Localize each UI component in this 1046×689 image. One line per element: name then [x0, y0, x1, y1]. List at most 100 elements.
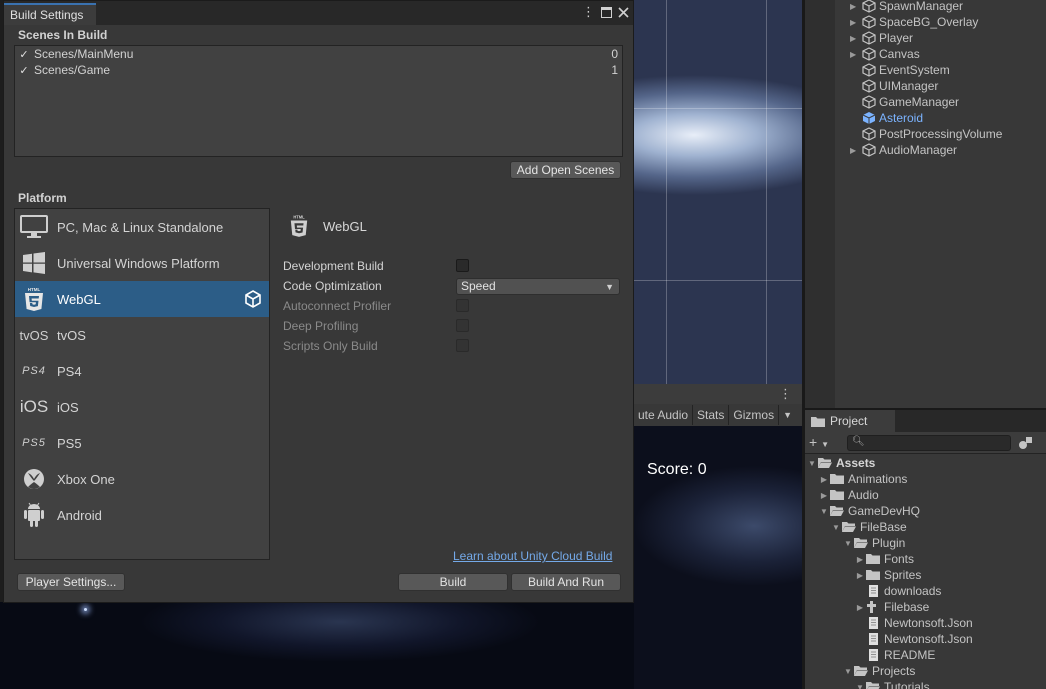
mute-audio-toggle[interactable]: ute Audio	[634, 405, 694, 425]
hierarchy-item[interactable]: Asteroid	[850, 110, 923, 126]
checkmark-icon[interactable]: ✓	[17, 64, 31, 77]
platform-item-standalone[interactable]: PC, Mac & Linux Standalone	[15, 209, 269, 245]
build-settings-window: Build Settings ⋮ Scenes In Build ✓ Scene…	[3, 0, 634, 603]
gameobject-cube-icon	[862, 127, 876, 141]
project-tree-item[interactable]: ▶ Sprites	[854, 567, 921, 583]
tab-project[interactable]: Project	[805, 410, 895, 432]
hierarchy-item[interactable]: ▶ AudioManager	[850, 142, 957, 158]
project-tree-item[interactable]: ▶ Animations	[818, 471, 907, 487]
hierarchy-item-label: SpawnManager	[879, 0, 964, 13]
unity-logo-icon	[245, 290, 261, 308]
deep-profiling-checkbox	[456, 319, 469, 332]
platform-item-webgl[interactable]: HTML WebGL	[15, 281, 269, 317]
project-tree-item[interactable]: ▼ Plugin	[842, 535, 905, 551]
project-tree-item[interactable]: ▼ Assets	[806, 455, 875, 471]
game-background	[0, 602, 634, 689]
project-tree-item[interactable]: Newtonsoft.Json	[854, 631, 973, 647]
platform-item-xbox-one[interactable]: Xbox One	[15, 461, 269, 497]
checkmark-icon[interactable]: ✓	[17, 48, 31, 61]
project-tree-item-label: GameDevHQ	[848, 504, 921, 518]
chevron-right-icon[interactable]: ▶	[854, 555, 866, 564]
chevron-right-icon[interactable]: ▶	[854, 603, 866, 612]
windows-icon	[20, 250, 48, 276]
gizmos-toggle[interactable]: Gizmos	[729, 405, 780, 425]
hierarchy-item[interactable]: ▶ SpawnManager	[850, 0, 963, 14]
scripts-only-build-label: Scripts Only Build	[283, 339, 378, 353]
platform-item-ios[interactable]: iOS iOS	[15, 389, 269, 425]
project-tree-item[interactable]: README	[854, 647, 935, 663]
gameobject-cube-icon	[862, 63, 876, 77]
stats-toggle[interactable]: Stats	[693, 405, 730, 425]
folder-open-icon	[854, 666, 868, 676]
add-open-scenes-button[interactable]: Add Open Scenes	[510, 161, 621, 179]
project-search-input[interactable]: 🔍︎	[847, 435, 1011, 451]
chevron-down-icon[interactable]: ▼	[830, 523, 842, 532]
platform-item-label: Universal Windows Platform	[57, 255, 220, 271]
hierarchy-item[interactable]: GameManager	[850, 94, 959, 110]
platform-item-android[interactable]: Android	[15, 497, 269, 533]
maximize-icon[interactable]	[601, 6, 612, 18]
project-tree-item[interactable]: ▶ Audio	[818, 487, 879, 503]
project-tree-item[interactable]: ▶ Filebase	[854, 599, 929, 615]
chevron-right-icon[interactable]: ▶	[854, 571, 866, 580]
build-and-run-button[interactable]: Build And Run	[511, 573, 621, 591]
chevron-down-icon[interactable]: ▼	[806, 459, 818, 468]
kebab-menu-icon[interactable]: ⋮	[582, 4, 595, 20]
hierarchy-item[interactable]: ▶ SpaceBG_Overlay	[850, 14, 978, 30]
chevron-right-icon[interactable]: ▶	[818, 491, 830, 500]
game-view[interactable]: Score: 0	[634, 426, 802, 689]
expand-arrow-icon[interactable]: ▶	[850, 50, 862, 59]
folder-icon	[830, 474, 844, 484]
code-optimization-dropdown[interactable]: Speed ▼	[456, 278, 620, 295]
chevron-down-icon[interactable]: ▼	[818, 507, 830, 516]
project-tree-item-label: Sprites	[884, 568, 922, 582]
chevron-right-icon[interactable]: ▶	[818, 475, 830, 484]
hierarchy-item[interactable]: EventSystem	[850, 62, 950, 78]
unity-cloud-build-link[interactable]: Learn about Unity Cloud Build	[453, 549, 612, 563]
hierarchy-item[interactable]: PostProcessingVolume	[850, 126, 1002, 142]
project-tree-item-label: Fonts	[884, 552, 915, 566]
hierarchy-item-label: UIManager	[879, 79, 939, 93]
platform-item-ps5[interactable]: PS5 PS5	[15, 425, 269, 461]
project-tree-item[interactable]: ▼ Projects	[842, 663, 915, 679]
development-build-checkbox[interactable]	[456, 259, 469, 272]
expand-arrow-icon[interactable]: ▶	[850, 18, 862, 27]
hierarchy-item[interactable]: UIManager	[850, 78, 938, 94]
svg-text:HTML: HTML	[293, 215, 305, 220]
platform-item-tvos[interactable]: tvOS tvOS	[15, 317, 269, 353]
expand-arrow-icon[interactable]: ▶	[850, 34, 862, 43]
expand-arrow-icon[interactable]: ▶	[850, 2, 862, 11]
html5-icon: HTML	[20, 286, 48, 312]
chevron-down-icon[interactable]: ▼	[854, 683, 866, 689]
create-dropdown-button[interactable]: + ▼	[809, 434, 829, 450]
close-icon[interactable]	[618, 6, 629, 18]
scene-index: 0	[611, 47, 618, 61]
scenes-list[interactable]: ✓ Scenes/MainMenu 0 ✓ Scenes/Game 1	[14, 45, 623, 157]
project-tree-item[interactable]: Newtonsoft.Json	[854, 615, 973, 631]
chevron-down-icon[interactable]: ▼	[842, 539, 854, 548]
platform-item-ps4[interactable]: PS4 PS4	[15, 353, 269, 389]
gizmos-dropdown-icon[interactable]: ▼	[779, 405, 796, 425]
kebab-menu-icon[interactable]: ⋮	[779, 386, 792, 402]
scene-view[interactable]	[634, 0, 802, 384]
scripts-only-build-checkbox	[456, 339, 469, 352]
platform-detail-header: HTML WebGL	[289, 213, 367, 239]
project-tree-item[interactable]: ▶ Fonts	[854, 551, 914, 567]
hierarchy-item[interactable]: ▶ Player	[850, 30, 913, 46]
project-tree-item[interactable]: ▼ GameDevHQ	[818, 503, 920, 519]
project-tree-item[interactable]: ▼ FileBase	[830, 519, 907, 535]
project-tree-item[interactable]: downloads	[854, 583, 941, 599]
code-optimization-label: Code Optimization	[283, 279, 382, 293]
hierarchy-item[interactable]: ▶ Canvas	[850, 46, 920, 62]
expand-arrow-icon[interactable]: ▶	[850, 146, 862, 155]
platform-item-uwp[interactable]: Universal Windows Platform	[15, 245, 269, 281]
scene-row[interactable]: ✓ Scenes/Game 1	[17, 62, 620, 78]
scene-row[interactable]: ✓ Scenes/MainMenu 0	[17, 46, 620, 62]
build-button[interactable]: Build	[398, 573, 508, 591]
tab-build-settings[interactable]: Build Settings	[4, 3, 96, 25]
filter-by-type-icon[interactable]	[1017, 434, 1035, 452]
player-settings-button[interactable]: Player Settings...	[17, 573, 125, 591]
project-tree-item[interactable]: ▼ Tutorials	[854, 679, 930, 689]
chevron-down-icon[interactable]: ▼	[842, 667, 854, 676]
project-tree-item-label: Tutorials	[884, 680, 930, 689]
